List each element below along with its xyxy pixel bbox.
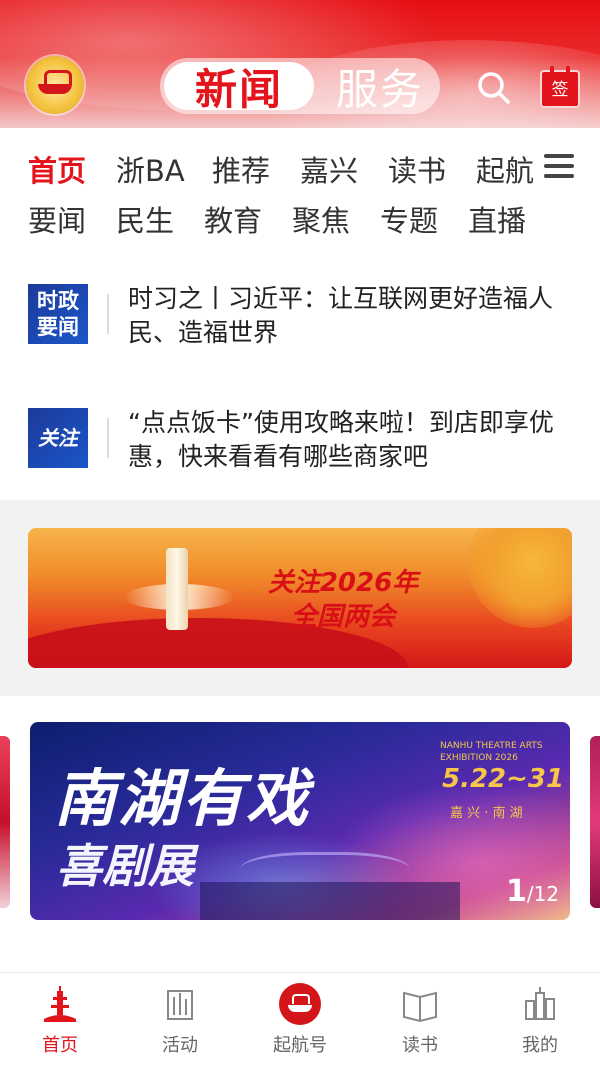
card-title: 南湖有戏 — [54, 762, 311, 835]
banner-section: 关注2026年 全国两会 — [0, 500, 600, 696]
logo-boat-hull — [38, 84, 72, 94]
channel-tab-focus[interactable]: 聚焦 — [292, 198, 350, 240]
card-dates: 5.22~31 — [442, 764, 565, 794]
banner-line2: 全国两会 — [290, 602, 395, 632]
tab-news[interactable]: 新闻 — [164, 62, 314, 114]
pager-total: /12 — [526, 882, 560, 906]
nav-home[interactable]: 首页 — [0, 973, 120, 1066]
badge-line: 要闻 — [37, 315, 79, 339]
channel-tabs: 首页 浙BA 推荐 嘉兴 读书 起航 要闻 民生 教育 聚焦 专题 直播 — [0, 140, 600, 240]
channel-tab-topics[interactable]: 专题 — [380, 198, 438, 240]
news-badge-attention: 关注 — [28, 408, 88, 468]
app-screen: 新闻 服务 签 首页 浙BA 推荐 嘉兴 读书 起航 要闻 民生 教育 聚焦 专… — [0, 0, 600, 1066]
top-header: 新闻 服务 签 — [0, 0, 600, 128]
carousel-pager: 1/12 — [506, 874, 559, 909]
card-english-name: NANHU THEATRE ARTS EXHIBITION 2026 — [440, 741, 543, 763]
news-item[interactable]: 关注 “点点饭卡”使用攻略来啦！到店即享优惠，快来看看有哪些商家吧 — [0, 394, 600, 484]
nav-label: 我的 — [522, 1035, 558, 1056]
channel-tab-headlines[interactable]: 要闻 — [28, 198, 86, 240]
channel-tab-qihang[interactable]: 起航 — [476, 148, 534, 190]
activity-icon — [167, 990, 193, 1020]
boat-roof — [292, 994, 310, 1004]
news-badge-politics: 时政 要闻 — [28, 284, 88, 344]
channel-tab-live[interactable]: 直播 — [468, 198, 526, 240]
carousel-card-theatre[interactable]: 南湖有戏 喜剧展 NANHU THEATRE ARTS EXHIBITION 2… — [30, 722, 570, 920]
carousel-prev-card[interactable] — [0, 736, 10, 908]
nav-reading[interactable]: 读书 — [360, 973, 480, 1066]
carousel-next-card[interactable] — [590, 736, 600, 908]
divider — [107, 418, 109, 458]
profile-building-icon — [525, 987, 555, 1020]
huabiao-pillar-decoration — [166, 548, 188, 630]
news-title[interactable]: 时习之丨习近平：让互联网更好造福人民、造福世界 — [128, 282, 578, 350]
pager-current: 1 — [506, 874, 527, 909]
red-boat-icon — [279, 983, 321, 1025]
channel-tab-education[interactable]: 教育 — [204, 198, 262, 240]
card-place: 嘉 兴 · 南 湖 — [450, 806, 523, 821]
news-title[interactable]: “点点饭卡”使用攻略来啦！到店即享优惠，快来看看有哪些商家吧 — [128, 406, 578, 474]
card-subtitle: 喜剧展 — [56, 839, 194, 893]
nav-qihang[interactable]: 起航号 — [240, 973, 360, 1066]
channel-tab-jiaxing[interactable]: 嘉兴 — [300, 148, 358, 190]
nav-label: 首页 — [42, 1035, 78, 1056]
banner-line1: 关注2026年 — [267, 568, 419, 598]
carousel[interactable]: 南湖有戏 喜剧展 NANHU THEATRE ARTS EXHIBITION 2… — [0, 722, 600, 920]
search-icon[interactable] — [474, 68, 514, 108]
channel-tab-reading[interactable]: 读书 — [388, 148, 446, 190]
nav-label: 读书 — [402, 1035, 438, 1056]
hamburger-menu-icon[interactable] — [544, 152, 574, 180]
home-tower-icon — [44, 986, 76, 1022]
banner-text: 关注2026年 全国两会 — [228, 566, 458, 634]
city-wall-decoration — [200, 882, 460, 920]
badge-line: 时政 — [37, 289, 79, 313]
news-item[interactable]: 时政 要闻 时习之丨习近平：让互联网更好造福人民、造福世界 — [0, 270, 600, 360]
news-service-switch: 新闻 服务 — [160, 58, 440, 114]
channel-tab-zhe-ba[interactable]: 浙BA — [116, 148, 185, 190]
channel-tab-livelihood[interactable]: 民生 — [116, 198, 174, 240]
divider — [107, 294, 109, 334]
boat-hull — [288, 1005, 312, 1012]
open-book-icon — [403, 991, 437, 1023]
app-logo — [26, 56, 84, 114]
menu-bar — [544, 174, 574, 178]
nav-label: 活动 — [162, 1035, 198, 1056]
calendar-sign-icon[interactable]: 签 — [540, 66, 580, 108]
channel-tab-recommend[interactable]: 推荐 — [212, 148, 270, 190]
national-emblem-decoration — [468, 528, 572, 628]
menu-bar — [544, 154, 574, 158]
nav-mine[interactable]: 我的 — [480, 973, 600, 1066]
tab-service[interactable]: 服务 — [324, 62, 436, 114]
channel-tab-home[interactable]: 首页 — [28, 148, 86, 190]
nav-activity[interactable]: 活动 — [120, 973, 240, 1066]
two-sessions-banner[interactable]: 关注2026年 全国两会 — [28, 528, 572, 668]
nav-label: 起航号 — [273, 1035, 327, 1056]
logo-boat-roof — [44, 70, 72, 85]
bottom-navigation: 首页 活动 起航号 读书 我的 — [0, 972, 600, 1066]
menu-bar — [544, 164, 574, 168]
